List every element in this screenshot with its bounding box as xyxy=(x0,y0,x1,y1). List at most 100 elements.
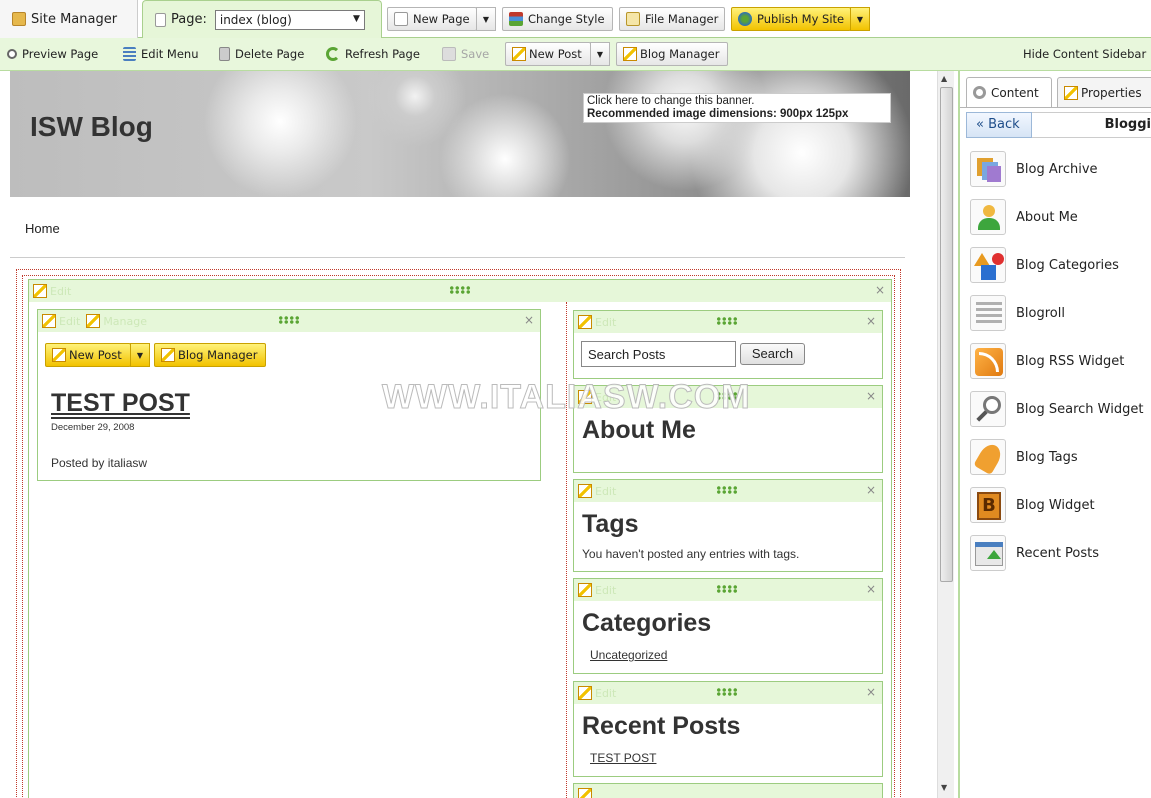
drag-handle-icon[interactable] xyxy=(278,316,300,324)
file-manager-label: File Manager xyxy=(645,12,719,26)
content-sidebar: Content Properties « Back Bloggi Blog Ar… xyxy=(958,71,1151,798)
sidebar-item-recent-posts[interactable]: Recent Posts xyxy=(970,534,1099,572)
close-icon[interactable]: × xyxy=(866,582,876,596)
sidebar-item-blog-categories[interactable]: Blog Categories xyxy=(970,246,1119,284)
blog-title: ISW Blog xyxy=(30,111,153,142)
menu-list-icon xyxy=(123,47,136,61)
chevron-down-icon: ▼ xyxy=(856,14,864,24)
back-button[interactable]: « Back xyxy=(966,112,1032,138)
edit-label: Edit xyxy=(595,315,617,329)
recent-posts-heading: Recent Posts xyxy=(582,712,741,740)
edit-label: Edit xyxy=(50,284,72,298)
vertical-scrollbar[interactable]: ▲ ▼ xyxy=(937,71,954,798)
close-icon[interactable]: × xyxy=(524,313,534,327)
sidebar-item-blog-rss[interactable]: Blog RSS Widget xyxy=(970,342,1124,380)
recent-widget-edit[interactable]: Edit xyxy=(578,686,616,700)
recent-posts-icon xyxy=(970,535,1006,571)
publish-dropdown[interactable]: ▼ xyxy=(850,7,870,31)
file-manager-button[interactable]: File Manager xyxy=(619,7,725,31)
next-widget-bar xyxy=(574,784,882,798)
new-post-dropdown[interactable]: ▼ xyxy=(590,42,610,66)
hide-sidebar-link[interactable]: Hide Content Sidebar xyxy=(1023,47,1146,61)
close-icon[interactable]: × xyxy=(866,483,876,497)
category-link[interactable]: Uncategorized xyxy=(590,648,667,662)
post-title-link[interactable]: TEST POST xyxy=(51,389,190,419)
drag-handle-icon[interactable] xyxy=(716,486,738,494)
search-input[interactable]: Search Posts xyxy=(581,341,736,367)
manage-label[interactable]: Manage xyxy=(103,315,147,328)
sidebar-item-blog-tags[interactable]: Blog Tags xyxy=(970,438,1078,476)
recent-post-link[interactable]: TEST POST xyxy=(590,751,656,765)
close-icon[interactable]: × xyxy=(866,685,876,699)
blog-archive-icon xyxy=(970,151,1006,187)
change-style-button[interactable]: Change Style xyxy=(502,7,613,31)
blog-widget-edit[interactable]: Edit Manage xyxy=(42,314,147,328)
preview-page-button[interactable]: Preview Page xyxy=(7,47,98,61)
drag-handle-icon[interactable] xyxy=(716,688,738,696)
widget-new-post-label: New Post xyxy=(69,348,122,362)
sidebar-item-blog-widget[interactable]: B Blog Widget xyxy=(970,486,1095,524)
new-page-icon xyxy=(394,12,408,26)
sidebar-item-blog-archive[interactable]: Blog Archive xyxy=(970,150,1098,188)
new-post-button[interactable]: New Post xyxy=(505,42,591,66)
search-icon xyxy=(970,391,1006,427)
container-edit[interactable]: Edit xyxy=(33,284,71,298)
search-button[interactable]: Search xyxy=(740,343,805,365)
search-widget-edit[interactable]: Edit xyxy=(578,315,616,329)
new-page-dropdown[interactable]: ▼ xyxy=(476,7,496,31)
chevron-down-icon: ▼ xyxy=(136,350,144,360)
banner-hint[interactable]: Click here to change this banner. Recomm… xyxy=(583,93,891,123)
close-icon[interactable]: × xyxy=(875,283,885,297)
delete-page-button[interactable]: Delete Page xyxy=(219,47,304,61)
categories-widget-edit[interactable]: Edit xyxy=(578,583,616,597)
page-tab[interactable]: Page: index (blog) ▼ xyxy=(142,0,382,38)
sidebar-item-label: Blog Categories xyxy=(1016,257,1119,273)
page-select[interactable]: index (blog) ▼ xyxy=(214,9,365,30)
categories-widget-bar: Edit × xyxy=(574,579,882,601)
blog-widget-icon: B xyxy=(970,487,1006,523)
drag-handle-icon[interactable] xyxy=(716,317,738,325)
close-icon[interactable]: × xyxy=(866,389,876,403)
scroll-thumb[interactable] xyxy=(940,87,953,582)
preview-page-label: Preview Page xyxy=(22,47,99,61)
publish-button[interactable]: Publish My Site xyxy=(731,7,851,31)
new-post-label: New Post xyxy=(529,47,582,61)
scroll-up-icon[interactable]: ▲ xyxy=(941,74,947,83)
scroll-down-icon[interactable]: ▼ xyxy=(941,783,947,792)
site-manager-label: Site Manager xyxy=(31,11,118,27)
widget-blog-manager-label: Blog Manager xyxy=(178,348,258,362)
categories-widget: Edit × Categories Uncategorized xyxy=(573,578,883,674)
blog-manager-button[interactable]: Blog Manager xyxy=(616,42,728,66)
nav-home-link[interactable]: Home xyxy=(25,221,60,236)
tab-divider xyxy=(960,107,1151,108)
tags-widget-edit[interactable]: Edit xyxy=(578,484,616,498)
save-button[interactable]: Save xyxy=(442,47,489,61)
widget-blog-manager-button[interactable]: Blog Manager xyxy=(154,343,266,367)
widget-new-post-button[interactable]: New Post xyxy=(45,343,131,367)
edit-menu-button[interactable]: Edit Menu xyxy=(123,47,199,61)
new-page-label: New Page xyxy=(413,12,470,26)
tab-content[interactable]: Content xyxy=(966,77,1052,107)
widget-new-post-dropdown[interactable]: ▼ xyxy=(130,343,150,367)
sidebar-item-blog-search[interactable]: Blog Search Widget xyxy=(970,390,1143,428)
next-widget-edit[interactable] xyxy=(578,788,595,798)
close-icon[interactable]: × xyxy=(866,314,876,328)
sidebar-item-about-me[interactable]: About Me xyxy=(970,198,1078,236)
banner[interactable]: ISW Blog Click here to change this banne… xyxy=(10,71,910,197)
tab-content-label: Content xyxy=(991,85,1039,100)
site-manager-tab[interactable]: Site Manager xyxy=(0,0,138,38)
tags-widget: Edit × Tags You haven't posted any entri… xyxy=(573,479,883,572)
change-style-label: Change Style xyxy=(528,12,605,26)
new-page-button[interactable]: New Page xyxy=(387,7,477,31)
blog-categories-icon xyxy=(970,247,1006,283)
sidebar-item-blogroll[interactable]: Blogroll xyxy=(970,294,1065,332)
style-icon xyxy=(509,12,523,26)
page-select-value: index (blog) xyxy=(219,12,292,27)
drag-handle-icon[interactable] xyxy=(716,585,738,593)
pencil-icon xyxy=(578,315,592,329)
recent-posts-widget: Edit × Recent Posts TEST POST xyxy=(573,681,883,777)
tab-properties[interactable]: Properties xyxy=(1057,77,1151,107)
tab-properties-label: Properties xyxy=(1081,85,1142,100)
refresh-page-button[interactable]: Refresh Page xyxy=(326,47,420,61)
drag-handle-icon[interactable] xyxy=(449,286,471,294)
